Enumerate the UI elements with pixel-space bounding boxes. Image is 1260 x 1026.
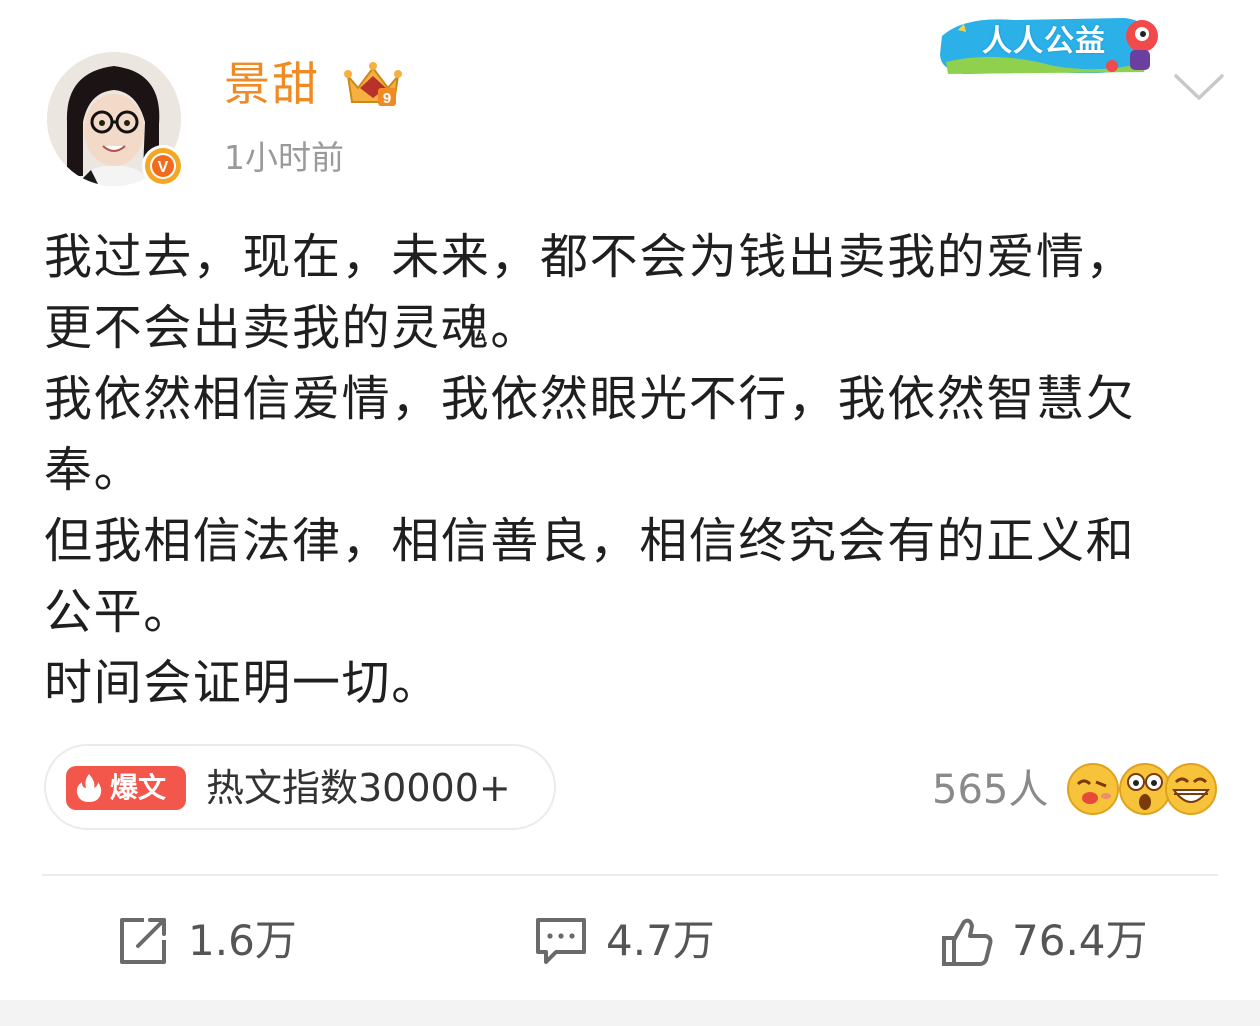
thumbs-up-icon — [942, 918, 993, 966]
post-line: 公平。 — [44, 584, 193, 640]
verified-mark: V — [158, 159, 169, 176]
like-count: 76.4万 — [1012, 916, 1148, 965]
avatar[interactable]: V — [47, 52, 184, 187]
level-number: 9 — [383, 90, 391, 107]
hot-tag: 爆文 — [66, 766, 186, 810]
share-icon — [120, 918, 166, 964]
comment-icon — [536, 918, 586, 964]
like-button[interactable]: 76.4万 — [940, 910, 1190, 972]
bottom-strip — [0, 1000, 1260, 1026]
post-line: 时间会证明一切。 — [44, 655, 441, 711]
post-line: 我过去，现在，未来，都不会为钱出卖我的爱情， — [44, 229, 1136, 285]
reaction-count[interactable]: 565人 — [932, 764, 1048, 816]
comment-count: 4.7万 — [606, 916, 715, 965]
post-content: 我过去，现在，未来，都不会为钱出卖我的爱情， 更不会出卖我的灵魂。 我依然相信爱… — [44, 222, 1230, 719]
repost-count: 1.6万 — [188, 916, 297, 965]
comment-button[interactable]: 4.7万 — [534, 910, 754, 972]
charity-label: 人人公益 — [982, 24, 1106, 59]
grin-emoji-icon — [1165, 763, 1217, 815]
verified-icon: V — [142, 145, 184, 187]
chevron-down-icon[interactable] — [1172, 70, 1226, 104]
post-line: 但我相信法律，相信善良，相信终究会有的正义和 — [44, 513, 1136, 569]
post-line: 我依然相信爱情，我依然眼光不行，我依然智慧欠 — [44, 371, 1136, 427]
weibo-post-card: V 景甜 9 1小时前 人人公益 我过去，现在，未来，都不会为钱出卖我的爱情， … — [0, 0, 1260, 1026]
hot-index-text: 热文指数30000+ — [206, 766, 511, 810]
post-line: 奉。 — [44, 442, 144, 498]
hot-article-badge[interactable]: 爆文 热文指数30000+ — [44, 744, 556, 830]
crown-level-icon[interactable]: 9 — [342, 58, 404, 110]
divider — [42, 874, 1218, 876]
charity-badge[interactable]: 人人公益 — [934, 10, 1170, 78]
repost-button[interactable]: 1.6万 — [116, 910, 336, 972]
username[interactable]: 景甜 — [224, 54, 320, 114]
hot-tag-label: 爆文 — [110, 771, 167, 804]
post-line: 更不会出卖我的灵魂。 — [44, 300, 541, 356]
flame-icon — [76, 774, 102, 802]
kiss-emoji-icon — [1067, 763, 1119, 815]
post-timestamp: 1小时前 — [224, 138, 344, 177]
